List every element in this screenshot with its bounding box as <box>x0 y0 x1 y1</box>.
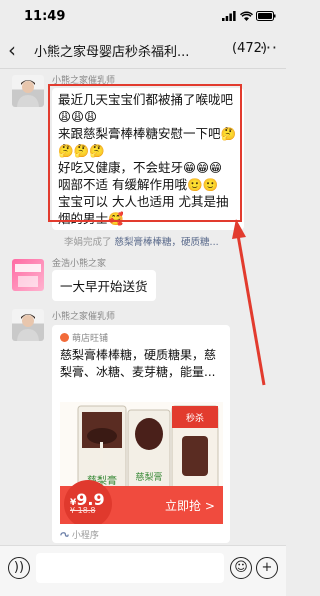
original-price: ¥ 18.8 <box>70 506 96 515</box>
mini-program-footer: 小程序 <box>60 528 99 541</box>
chat-header: ‹ 小熊之家母婴店秒杀福利... (472) ··· <box>0 32 286 69</box>
avatar[interactable] <box>12 75 44 107</box>
sender-name: 小熊之家催乳师 <box>52 312 116 322</box>
plus-icon[interactable]: + <box>256 557 278 579</box>
chat-area[interactable]: 小熊之家催乳师 最近几天宝宝们都被捅了喉咙吧 😩😩😩 来跟慈梨膏棒棒糖安慰一下吧… <box>0 69 286 545</box>
more-icon[interactable]: ··· <box>260 38 278 57</box>
wifi-icon <box>240 11 253 21</box>
input-bar: )) ☺ + <box>0 545 286 596</box>
avatar[interactable] <box>12 309 44 341</box>
product-image: 慈梨膏 慈梨膏 秒杀 ¥9.9 ¥ 18.8 立即抢 > <box>60 402 223 524</box>
message-input[interactable] <box>36 553 224 583</box>
status-bar: 11:49 <box>0 0 286 32</box>
chat-title: 小熊之家母婴店秒杀福利... <box>34 45 190 60</box>
avatar[interactable] <box>12 259 44 291</box>
sender-name: 金浩小熊之家 <box>52 259 107 269</box>
flash-sale-badge: 秒杀 <box>186 412 204 424</box>
shop-logo-icon <box>60 333 69 342</box>
back-icon[interactable]: ‹ <box>8 38 16 62</box>
mini-program-card[interactable]: 萌店旺铺 慈梨膏棒棒糖，硬质糖果，慈梨膏、冰糖、麦芽糖，能量... 慈梨膏 慈梨… <box>52 325 230 543</box>
notice-link[interactable]: 慈梨膏棒棒糖，硬质糖... <box>115 237 219 248</box>
emoji-icon[interactable]: ☺ <box>230 557 252 579</box>
shop-name: 萌店旺铺 <box>60 331 108 344</box>
notice-prefix: 李娟完成了 <box>64 237 112 248</box>
message-bubble[interactable]: 一大早开始送货 <box>52 270 156 301</box>
status-time: 11:49 <box>24 9 66 24</box>
voice-icon[interactable]: )) <box>8 557 30 579</box>
product-title: 慈梨膏棒棒糖，硬质糖果，慈梨膏、冰糖、麦芽糖，能量... <box>60 348 217 379</box>
battery-icon <box>256 11 276 21</box>
buy-now-button[interactable]: 立即抢 > <box>165 497 215 514</box>
system-notice: 李娟完成了 慈梨膏棒棒糖，硬质糖... <box>64 234 274 248</box>
brand-label: 慈梨膏 <box>135 471 162 483</box>
highlight-box <box>48 84 242 222</box>
mini-program-icon <box>60 532 69 537</box>
signal-icon <box>222 11 236 21</box>
